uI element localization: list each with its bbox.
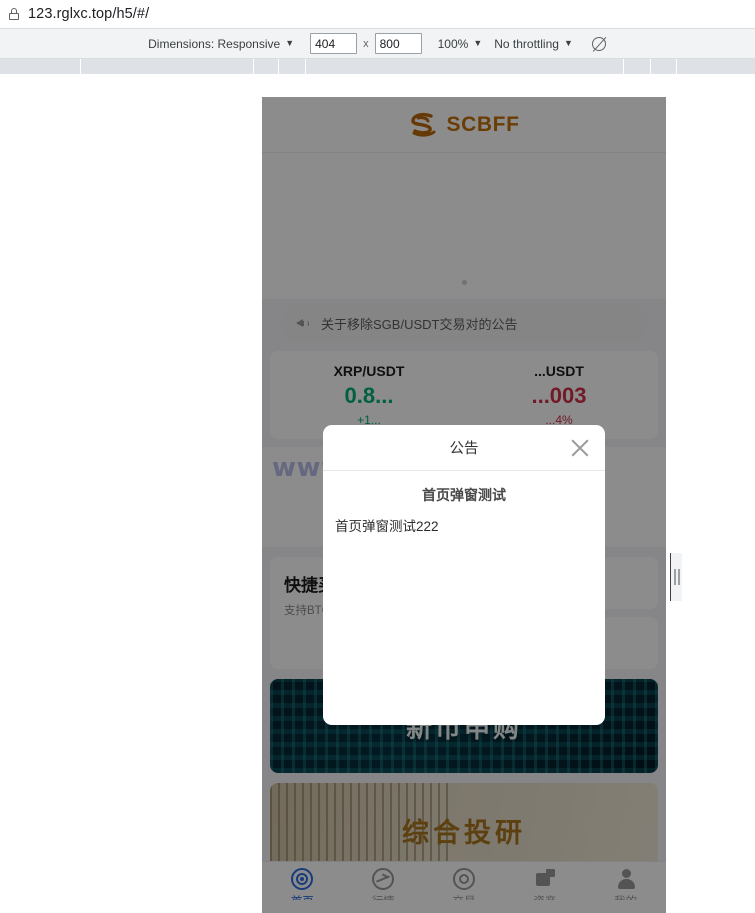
ruler-tick bbox=[253, 59, 254, 75]
throttling-label: No throttling bbox=[494, 36, 559, 51]
viewport-ruler bbox=[0, 59, 755, 75]
zoom-label: 100% bbox=[437, 36, 469, 51]
no-throttling-icon[interactable] bbox=[591, 36, 607, 52]
dimension-separator: x bbox=[363, 37, 369, 50]
device-stage: SCBFF 关于移除SGB/USDT交易对的公告 XRP/USDT 0.8... bbox=[0, 75, 755, 913]
chevron-down-icon: ▼ bbox=[285, 37, 295, 48]
url-text[interactable]: 123.rglxc.top/h5/#/ bbox=[28, 6, 149, 22]
zoom-dropdown[interactable]: 100% ▼ bbox=[438, 37, 483, 51]
modal-body: 首页弹窗测试 首页弹窗测试222 bbox=[323, 471, 605, 725]
chevron-down-icon: ▼ bbox=[473, 37, 483, 48]
modal-paragraph: 首页弹窗测试222 bbox=[335, 519, 439, 534]
ruler-tick bbox=[278, 59, 279, 75]
viewport-resize-handle-right[interactable] bbox=[670, 553, 682, 601]
browser-url-bar: 123.rglxc.top/h5/#/ bbox=[0, 0, 755, 28]
announcement-modal: 公告 首页弹窗测试 首页弹窗测试222 bbox=[323, 425, 605, 725]
chevron-down-icon: ▼ bbox=[563, 37, 573, 48]
ruler-tick bbox=[623, 59, 624, 75]
lock-icon bbox=[8, 7, 20, 21]
modal-title: 公告 bbox=[449, 441, 479, 457]
close-icon[interactable] bbox=[569, 437, 591, 459]
ruler-tick bbox=[650, 59, 651, 75]
device-toolbar: Dimensions: Responsive ▼ x 100% ▼ No thr… bbox=[0, 28, 755, 59]
ruler-tick bbox=[676, 59, 677, 75]
dimensions-dropdown[interactable]: Dimensions: Responsive ▼ bbox=[148, 37, 294, 51]
modal-subtitle: 首页弹窗测试 bbox=[422, 487, 506, 503]
device-viewport: SCBFF 关于移除SGB/USDT交易对的公告 XRP/USDT 0.8... bbox=[262, 97, 666, 913]
modal-header: 公告 bbox=[323, 425, 605, 471]
ruler-tick bbox=[305, 59, 306, 75]
throttling-dropdown[interactable]: No throttling ▼ bbox=[494, 37, 573, 51]
viewport-width-input[interactable] bbox=[310, 33, 358, 54]
viewport-height-input[interactable] bbox=[374, 33, 422, 54]
dimensions-label: Dimensions: Responsive bbox=[148, 36, 281, 51]
ruler-tick bbox=[80, 59, 81, 75]
